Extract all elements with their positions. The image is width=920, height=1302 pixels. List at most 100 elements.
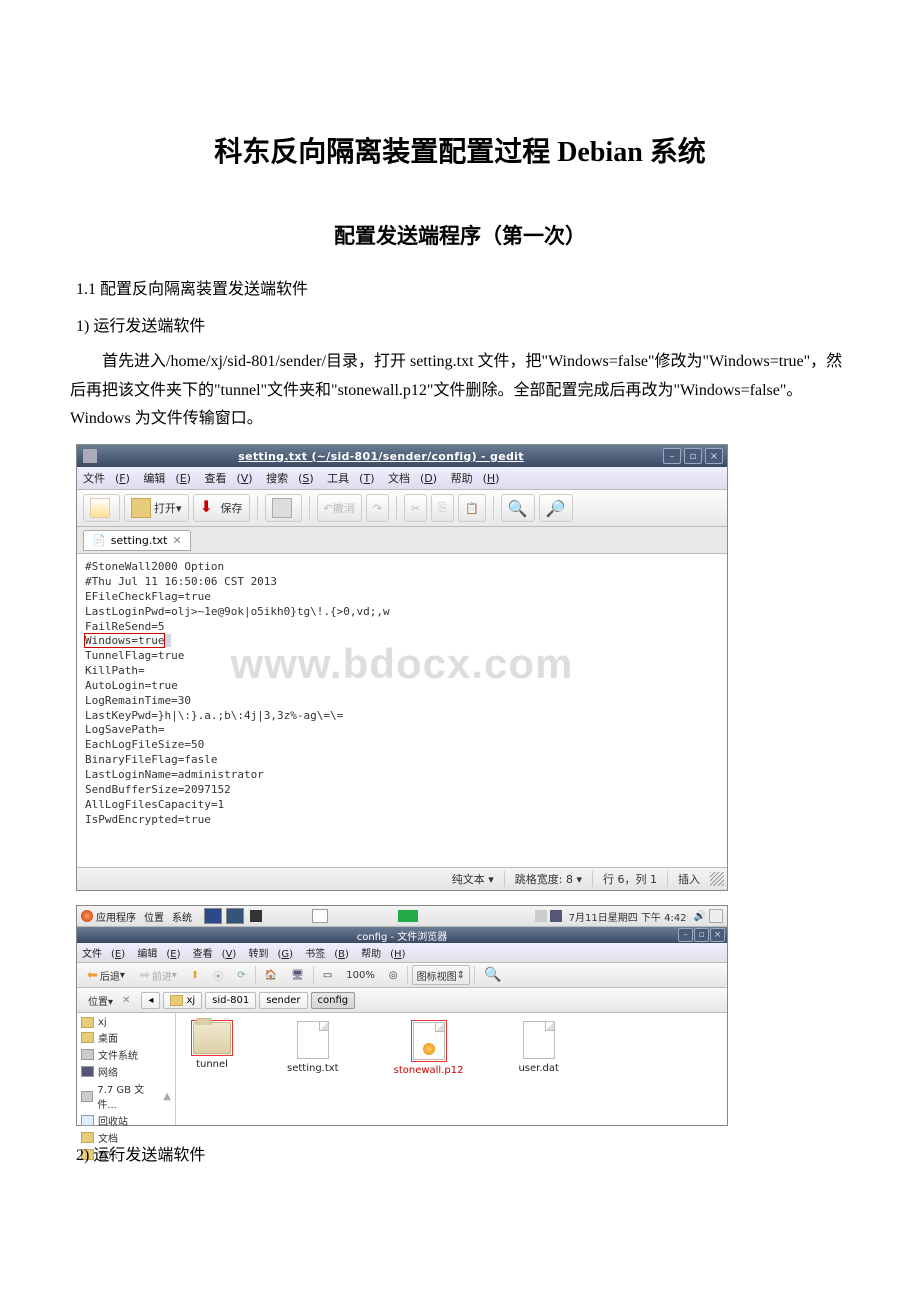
maximize-button[interactable]: ▫ xyxy=(684,448,702,464)
path-crumb-sid801[interactable]: sid-801 xyxy=(205,992,256,1009)
fm-maximize-button[interactable]: ▫ xyxy=(694,928,709,942)
up-button[interactable]: ⬆ xyxy=(186,965,204,985)
editor-line: LogSavePath= xyxy=(85,723,719,738)
syntax-selector[interactable]: 纯文本 ▾ xyxy=(442,871,504,887)
tab-close-icon[interactable]: ✕ xyxy=(172,534,181,547)
gedit-app-icon xyxy=(83,449,97,463)
file-item-userdat[interactable]: user.dat xyxy=(518,1021,558,1074)
back-button[interactable]: ⬅后退 ▾ xyxy=(82,965,130,985)
text-file-icon xyxy=(297,1021,329,1059)
panel-system[interactable]: 系统 xyxy=(172,909,192,924)
terminal-launcher-icon[interactable] xyxy=(250,910,262,922)
zoom-out-button[interactable]: ▭ xyxy=(318,965,337,985)
tab-label: setting.txt xyxy=(111,534,168,547)
panel-clock[interactable]: 7月11日星期四 下午 4:42 xyxy=(569,909,687,924)
side-network[interactable]: 网络 xyxy=(81,1063,171,1080)
fm-menu-file[interactable]: 文件(E) xyxy=(82,949,125,960)
computer-button[interactable]: 🖥 xyxy=(286,965,309,985)
tray-icon[interactable] xyxy=(709,909,723,923)
home-button[interactable]: 🏠 xyxy=(260,965,282,985)
cursor-position: 行 6，列 1 xyxy=(593,871,667,887)
side-drive[interactable]: 7.7 GB 文件... ▲ xyxy=(81,1080,171,1112)
side-trash[interactable]: 回收站 xyxy=(81,1112,171,1129)
gnome-foot-icon[interactable] xyxy=(81,910,93,922)
network-icon xyxy=(81,1066,94,1077)
minimize-button[interactable]: – xyxy=(663,448,681,464)
cut-button[interactable]: ✂ xyxy=(404,494,427,522)
save-button[interactable]: ⬇保存 xyxy=(193,494,250,522)
launcher-icon[interactable] xyxy=(226,908,244,924)
gedit-menubar[interactable]: 文件(F) 编辑(E) 查看(V) 搜索(S) 工具(T) 文档(D) 帮助(H… xyxy=(77,467,727,490)
taskbar-item[interactable] xyxy=(398,910,418,922)
browser-launcher-icon[interactable] xyxy=(204,908,222,924)
taskbar-item[interactable] xyxy=(312,909,328,923)
fm-menu-bookmark[interactable]: 书签(B) xyxy=(305,949,349,960)
reload-button[interactable]: ⟳ xyxy=(232,965,250,985)
search-button[interactable]: 🔍 xyxy=(479,965,506,985)
zoom-in-button[interactable]: ◎ xyxy=(384,965,403,985)
resize-grip[interactable] xyxy=(710,872,724,886)
tray-display-icon[interactable] xyxy=(550,910,562,922)
print-button[interactable] xyxy=(265,494,302,522)
file-item-tunnel[interactable]: tunnel xyxy=(192,1021,232,1070)
tray-keyboard-icon[interactable] xyxy=(535,910,547,922)
fm-menu-goto[interactable]: 转到(G) xyxy=(249,949,294,960)
replace-button[interactable]: 🔎 xyxy=(539,494,573,522)
menu-file[interactable]: 文件(F) xyxy=(83,472,130,485)
trash-icon xyxy=(81,1115,94,1126)
editor-line: EFileCheckFlag=true xyxy=(85,590,719,605)
open-button[interactable]: 打开 ▾ xyxy=(124,494,189,522)
close-button[interactable]: × xyxy=(705,448,723,464)
fm-menu-help[interactable]: 帮助(H) xyxy=(361,949,405,960)
paragraph-1: 首先进入/home/xj/sid-801/sender/目录，打开 settin… xyxy=(70,348,850,434)
editor-line: LastLoginPwd=olj>~1e@9ok|o5ikh0}tg\!.{>0… xyxy=(85,605,719,620)
fm-minimize-button[interactable]: – xyxy=(678,928,693,942)
find-button[interactable]: 🔍 xyxy=(501,494,535,522)
gedit-editor[interactable]: www.bdocx.com #StoneWall2000 Option #Thu… xyxy=(77,554,727,867)
cert-file-icon xyxy=(413,1022,445,1060)
fm-menubar[interactable]: 文件(E) 编辑(E) 查看(V) 转到(G) 书签(B) 帮助(H) xyxy=(77,943,727,963)
menu-view[interactable]: 查看(V) xyxy=(204,472,252,485)
redo-button[interactable]: ↷ xyxy=(366,494,389,522)
zoom-level[interactable]: 100% xyxy=(341,965,380,985)
file-label: user.dat xyxy=(518,1063,558,1074)
volume-icon[interactable]: 🔊 xyxy=(694,911,706,922)
fm-close-button[interactable]: × xyxy=(710,928,725,942)
copy-button[interactable]: ⎘ xyxy=(431,494,454,522)
tabwidth-selector[interactable]: 跳格宽度: 8 ▾ xyxy=(505,871,592,887)
path-crumb-xj[interactable]: xj xyxy=(163,992,202,1009)
side-desktop[interactable]: 桌面 xyxy=(81,1029,171,1046)
menu-search[interactable]: 搜索(S) xyxy=(266,472,314,485)
panel-apps[interactable]: 应用程序 xyxy=(96,909,136,924)
path-crumb-config[interactable]: config xyxy=(311,992,356,1009)
location-label[interactable]: 位置▾ xyxy=(82,991,119,1010)
drive-icon xyxy=(81,1091,93,1102)
undo-button[interactable]: ↶ 撤消 xyxy=(317,494,362,522)
menu-doc[interactable]: 文档(D) xyxy=(388,472,437,485)
side-home[interactable]: xj xyxy=(81,1016,171,1029)
new-button[interactable] xyxy=(83,494,120,522)
gedit-tab[interactable]: 📄 setting.txt ✕ xyxy=(83,530,191,551)
path-back[interactable]: ◂ xyxy=(141,992,160,1009)
folder-icon xyxy=(81,1032,94,1043)
gnome-panel: 应用程序 位置 系统 7月11日星期四 下午 4:42 🔊 xyxy=(77,906,727,927)
fm-titlebar: config - 文件浏览器 – ▫ × xyxy=(77,927,727,943)
gedit-screenshot: setting.txt (~/sid-801/sender/config) - … xyxy=(76,444,728,891)
location-close-icon[interactable]: ✕ xyxy=(122,995,130,1006)
fm-menu-view[interactable]: 查看(V) xyxy=(193,949,237,960)
view-selector[interactable]: 图标视图 ⇕ xyxy=(412,965,470,985)
fm-files-area[interactable]: tunnel setting.txt stonewall.p12 user.da… xyxy=(176,1013,727,1125)
file-item-stonewall[interactable]: stonewall.p12 xyxy=(394,1021,464,1076)
side-filesystem[interactable]: 文件系统 xyxy=(81,1046,171,1063)
fm-menu-edit[interactable]: 编辑(E) xyxy=(137,949,180,960)
menu-tools[interactable]: 工具(T) xyxy=(327,472,374,485)
panel-places[interactable]: 位置 xyxy=(144,909,164,924)
forward-button: ➡前进 ▾ xyxy=(134,965,182,985)
gedit-tabbar: 📄 setting.txt ✕ xyxy=(77,527,727,554)
file-item-setting[interactable]: setting.txt xyxy=(287,1021,339,1074)
editor-line: #Thu Jul 11 16:50:06 CST 2013 xyxy=(85,575,719,590)
paste-button[interactable]: 📋 xyxy=(458,494,486,522)
path-crumb-sender[interactable]: sender xyxy=(259,992,307,1009)
menu-help[interactable]: 帮助(H) xyxy=(451,472,500,485)
menu-edit[interactable]: 编辑(E) xyxy=(143,472,191,485)
